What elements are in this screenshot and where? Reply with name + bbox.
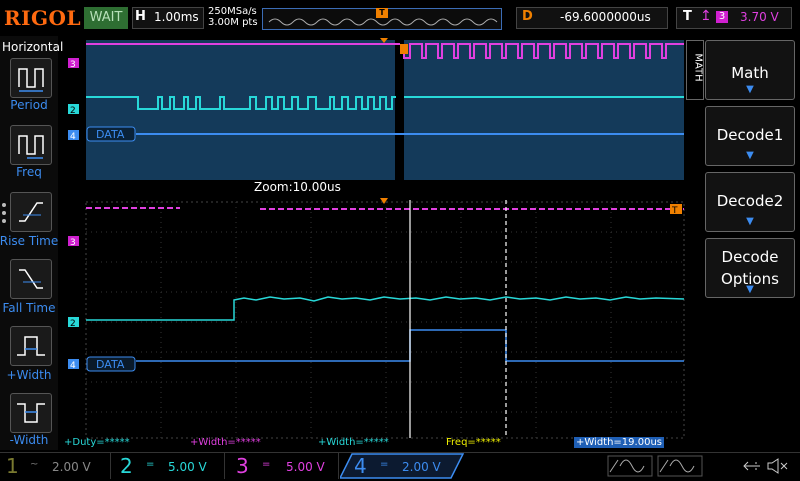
ch2-overview-marker-label: 2 [70, 106, 76, 116]
rise-time-button[interactable] [10, 192, 52, 232]
ch1-number: 1 [6, 454, 19, 478]
trigger-source: 3 [716, 11, 728, 23]
freq-label: Freq [16, 165, 42, 179]
acquisition-info: 250MSa/s 3.00M pts [208, 6, 258, 28]
positive-width-icon [17, 336, 45, 356]
trigger-position-marker: T [376, 8, 388, 18]
period-label: Period [10, 98, 48, 112]
run-status-badge[interactable]: WAIT [84, 7, 128, 29]
decode2-chevron-down-icon: ▼ [746, 216, 754, 227]
usb-and-sound-icons [743, 458, 788, 474]
fall-time-icon [19, 269, 43, 289]
ch4-overview-marker-label: 4 [70, 132, 76, 142]
trigger-level: 3.70 V [740, 10, 779, 24]
usb-icon [743, 461, 760, 471]
zoom-region-bar [395, 40, 404, 180]
decode2-button-label: Decode2 [716, 192, 784, 210]
decode1-button-label: Decode1 [716, 126, 784, 144]
decode-options-line1: Decode [721, 248, 779, 266]
ch3-overview-marker-label: 3 [70, 60, 76, 70]
math-tab-label: MATH [692, 53, 704, 82]
menu-page-dot [2, 219, 6, 223]
trigger-label: T [683, 9, 692, 24]
math-button-label: Math [731, 64, 769, 82]
generator-status-icons[interactable] [606, 454, 706, 478]
trigger-level-marker-label: T [671, 206, 678, 216]
fall-time-button[interactable] [10, 259, 52, 299]
overview-trigger-point-icon [400, 44, 408, 54]
waveform-display[interactable]: DATA 3 2 4 Zoom:10.00us DATA 3 2 4 T [60, 36, 685, 450]
freq-button[interactable] [10, 125, 52, 165]
ch4-number: 4 [354, 454, 367, 478]
positive-width-label: +Width [6, 368, 52, 382]
memory-depth: 3.00M pts [208, 17, 258, 28]
period-button[interactable] [10, 58, 52, 98]
math-chevron-down-icon: ▼ [746, 84, 754, 95]
timebase-value: 1.00ms [154, 10, 199, 24]
rising-edge-icon: ↥ [700, 8, 712, 24]
freq-icon [18, 135, 44, 159]
ch2-number: 2 [120, 454, 133, 478]
measurement-width-ch2: +Width=***** [318, 437, 389, 448]
sample-rate: 250MSa/s [208, 6, 257, 17]
menu-page-dot [2, 211, 6, 215]
speaker-muted-icon [767, 458, 779, 474]
main-decode-label: DATA [96, 358, 125, 371]
negative-width-button[interactable] [10, 393, 52, 433]
measurement-width-cursor: +Width=19.00us [574, 437, 664, 448]
horizontal-label: H [135, 9, 146, 24]
ch4-main-marker-label: 4 [70, 361, 76, 371]
negative-width-label: -Width [9, 433, 49, 447]
period-icon [18, 68, 44, 92]
ch1-scale: 2.00 V [52, 460, 91, 474]
overview-decode-label: DATA [96, 128, 125, 141]
rise-time-icon [19, 202, 43, 222]
negative-width-icon [17, 403, 45, 423]
ch4-scale: 2.00 V [402, 460, 441, 474]
rise-time-label: Rise Time [0, 234, 59, 248]
ch2-coupling-icon: = [146, 459, 155, 470]
zoom-label: Zoom:10.00us [254, 180, 341, 194]
memory-position-indicator: T [262, 8, 502, 30]
ch3-scale: 5.00 V [286, 460, 325, 474]
measurement-width-ch3: +Width=***** [190, 437, 261, 448]
ch2-main-marker-label: 2 [70, 319, 76, 329]
ch2-scale: 5.00 V [168, 460, 207, 474]
decode-options-chevron-down-icon: ▼ [746, 284, 754, 295]
ch3-main-marker-label: 3 [70, 238, 76, 248]
measurement-freq: Freq=***** [446, 437, 501, 448]
ch1-coupling-icon: ~ [30, 459, 39, 470]
menu-page-dot [2, 203, 6, 207]
ch3-number: 3 [236, 454, 249, 478]
ch3-coupling-icon: = [262, 459, 271, 470]
menu-title: Horizontal [2, 40, 64, 54]
ch4-coupling-icon: = [380, 459, 389, 470]
delay-label: D [522, 9, 533, 24]
positive-width-button[interactable] [10, 326, 52, 366]
measurement-duty: +Duty=***** [64, 437, 130, 448]
delay-value: -69.6000000us [560, 10, 651, 24]
fall-time-label: Fall Time [2, 301, 56, 315]
decode1-chevron-down-icon: ▼ [746, 150, 754, 161]
rigol-logo: RIGOL [4, 6, 82, 30]
